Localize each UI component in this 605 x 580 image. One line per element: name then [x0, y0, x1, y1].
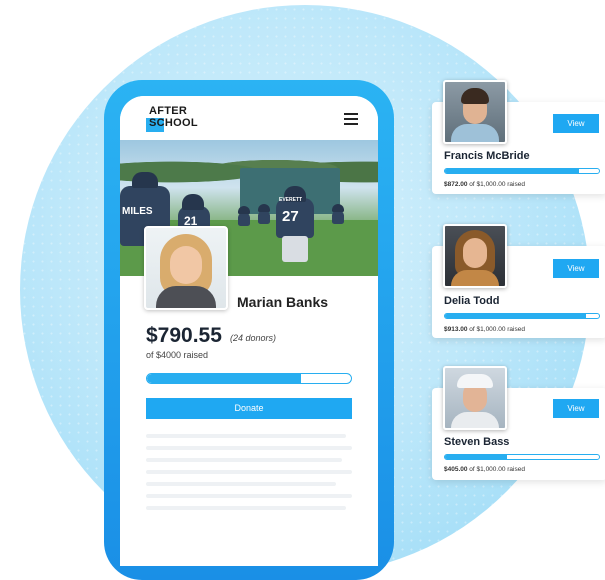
card-progress-francis	[444, 168, 600, 174]
placeholder-line	[146, 482, 336, 486]
player-5	[258, 204, 270, 224]
progress-fill	[147, 374, 302, 383]
placeholder-line	[146, 446, 352, 450]
placeholder-line	[146, 470, 352, 474]
donor-count: (24 donors)	[230, 333, 277, 343]
goal-text: of $4000 raised	[146, 350, 209, 360]
player-3: EVERETT 27	[276, 186, 314, 262]
app-header: AFTER SCHOOL	[120, 96, 378, 140]
view-button-steven[interactable]: View	[553, 399, 599, 418]
card-name-delia: Delia Todd	[444, 295, 500, 307]
phone-screen: AFTER SCHOOL MILES 21 EVERETT 27 Marian …	[120, 96, 378, 566]
avatar-steven	[443, 366, 507, 430]
placeholder-line	[146, 434, 346, 438]
logo-line-1: AFTER	[149, 105, 188, 117]
card-progress-fill	[445, 314, 586, 318]
card-raised-steven: $405.00 of $1,000.00 raised	[444, 466, 525, 473]
placeholder-line	[146, 494, 352, 498]
placeholder-line	[146, 458, 342, 462]
player-4	[238, 206, 250, 226]
view-button-delia[interactable]: View	[553, 259, 599, 278]
card-name-steven: Steven Bass	[444, 436, 510, 448]
player-6	[332, 204, 344, 224]
avatar-delia	[443, 224, 507, 288]
card-progress-steven	[444, 454, 600, 460]
logo-line-2: SCHOOL	[149, 117, 198, 129]
card-raised-delia: $913.00 of $1,000.00 raised	[444, 326, 525, 333]
donate-button[interactable]: Donate	[146, 398, 352, 419]
hamburger-menu-icon[interactable]	[344, 113, 358, 125]
avatar-francis	[443, 80, 507, 144]
card-progress-delia	[444, 313, 600, 319]
card-progress-fill	[445, 455, 508, 459]
placeholder-line	[146, 506, 346, 510]
fundraiser-progress-bar	[146, 373, 352, 384]
card-name-francis: Francis McBride	[444, 150, 530, 162]
card-progress-fill	[445, 169, 580, 173]
card-raised-francis: $872.00 of $1,000.00 raised	[444, 181, 525, 188]
raised-amount: $790.55	[146, 324, 222, 347]
fundraiser-name: Marian Banks	[237, 294, 329, 310]
view-button-francis[interactable]: View	[553, 114, 599, 133]
fundraiser-avatar	[144, 226, 228, 310]
afterschool-logo[interactable]: AFTER SCHOOL	[146, 104, 206, 132]
